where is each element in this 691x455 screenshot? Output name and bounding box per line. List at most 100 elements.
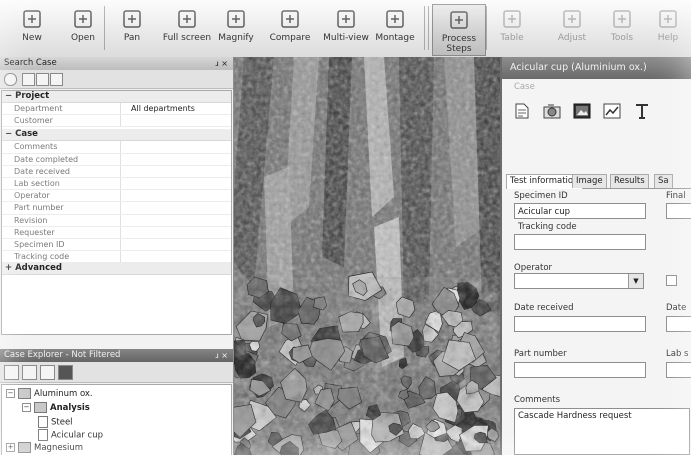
comments-field[interactable]: Cascade Hardness request	[514, 408, 690, 455]
camera-icon[interactable]	[58, 365, 73, 380]
multi-view-button[interactable]: Multi-view	[322, 4, 370, 54]
property-value[interactable]	[121, 251, 231, 262]
chart-icon[interactable]	[602, 101, 622, 121]
help-button[interactable]: Help	[650, 4, 686, 54]
property-value[interactable]: All departments	[121, 103, 231, 114]
document-icon[interactable]	[38, 429, 48, 441]
table-icon	[503, 10, 521, 28]
tree-node[interactable]: − Analysis	[22, 402, 90, 413]
grid-view-icon[interactable]	[22, 73, 35, 86]
filter-icon[interactable]	[4, 365, 19, 380]
property-value[interactable]	[121, 115, 231, 126]
property-value[interactable]	[121, 227, 231, 238]
property-name: Operator	[2, 190, 121, 202]
search-options-icon[interactable]	[4, 73, 17, 86]
property-value[interactable]	[121, 154, 231, 165]
operator-combo[interactable]: ▼	[514, 273, 644, 289]
adjust-button[interactable]: Adjust	[550, 4, 594, 54]
list-view-icon[interactable]	[36, 73, 49, 86]
chevron-down-icon[interactable]: ▼	[628, 274, 643, 288]
open-button[interactable]: Open	[62, 4, 104, 54]
tab-sa[interactable]: Sa	[654, 174, 673, 188]
property-value[interactable]	[121, 141, 231, 152]
tree-node[interactable]: Acicular cup	[38, 429, 103, 441]
new-document-icon	[23, 10, 41, 28]
property-name: Requester	[2, 226, 121, 238]
property-value[interactable]	[121, 239, 231, 250]
case-property-row[interactable]: Revision	[2, 214, 231, 227]
expand-all-icon[interactable]	[40, 365, 55, 380]
tools-icon	[613, 10, 631, 28]
text-tool-icon[interactable]	[632, 101, 652, 121]
panel-pin-close-icon[interactable]: ɹ ×	[215, 349, 228, 362]
properties-icon[interactable]	[512, 101, 532, 121]
specimen-id-label: Specimen ID	[514, 191, 568, 201]
toolbar-separator	[424, 6, 425, 50]
case-property-row[interactable]: Lab section	[2, 177, 231, 191]
camera-capture-icon[interactable]	[542, 101, 562, 121]
montage-button[interactable]: Montage	[370, 4, 420, 54]
property-name: Customer	[2, 115, 121, 127]
expand-collapse-icon[interactable]: +	[6, 443, 15, 452]
case-property-row[interactable]: Date completed	[2, 153, 231, 166]
case-property-row[interactable]: Part number	[2, 202, 231, 215]
property-value[interactable]	[121, 190, 231, 201]
project-property-row[interactable]: Customer	[2, 115, 231, 128]
micrograph-image[interactable]	[220, 57, 508, 455]
toolbar-button-label: Full screen	[162, 33, 212, 43]
tracking-code-field[interactable]	[514, 234, 646, 250]
case-property-row[interactable]: Specimen ID	[2, 238, 231, 252]
compare-icon	[281, 10, 299, 28]
pan-button[interactable]: Pan	[114, 4, 150, 54]
document-icon[interactable]	[38, 416, 48, 428]
property-name: Lab section	[2, 177, 121, 190]
project-property-row[interactable]: Department All departments	[2, 103, 231, 116]
case-property-row[interactable]: Requester	[2, 226, 231, 239]
clear-search-icon[interactable]	[50, 73, 63, 86]
property-value[interactable]	[121, 178, 231, 189]
dialog-title: Acicular cup (Aluminium ox.)	[510, 62, 647, 73]
case-property-row[interactable]: Date received	[2, 165, 231, 178]
property-value[interactable]	[121, 166, 231, 177]
folder-icon	[18, 442, 31, 453]
tree-node[interactable]: Steel	[38, 416, 73, 428]
date-received-field[interactable]	[514, 316, 646, 332]
date-field[interactable]	[666, 316, 691, 332]
case-property-row[interactable]: Tracking code	[2, 251, 231, 264]
tab-results[interactable]: Results	[610, 174, 649, 188]
case-section-header[interactable]: − Case	[2, 129, 231, 142]
specimen-id-field[interactable]: Acicular cup	[514, 203, 646, 219]
property-value[interactable]	[121, 202, 231, 213]
help-icon	[659, 10, 677, 28]
tools-button[interactable]: Tools	[602, 4, 642, 54]
full-screen-button[interactable]: Full screen	[162, 4, 212, 54]
toolbar-button-label: Montage	[375, 33, 415, 43]
project-section-header[interactable]: − Project	[2, 91, 231, 103]
tracking-code-label: Tracking code	[518, 222, 577, 232]
panel-pin-close-icon[interactable]: ɹ ×	[215, 57, 228, 70]
dialog-menu-case[interactable]: Case	[502, 79, 691, 95]
expand-collapse-icon[interactable]: −	[22, 403, 31, 412]
expand-collapse-icon[interactable]: −	[6, 389, 15, 398]
process-steps-button[interactable]: Process Steps	[432, 4, 486, 56]
case-property-row[interactable]: Operator	[2, 190, 231, 203]
table-button[interactable]: Table	[492, 4, 532, 54]
lab-section-field[interactable]	[666, 362, 691, 378]
tree-node[interactable]: − Aluminum ox.	[6, 388, 93, 399]
property-value[interactable]	[121, 215, 231, 226]
tree-node[interactable]: + Magnesium	[6, 442, 83, 453]
magnify-button[interactable]: Magnify	[214, 4, 258, 54]
checkbox[interactable]	[666, 275, 677, 286]
multi-view-icon	[337, 10, 355, 28]
advanced-section-header[interactable]: + Advanced	[2, 263, 231, 276]
image-icon[interactable]	[572, 101, 592, 121]
refresh-icon[interactable]	[22, 365, 37, 380]
part-number-field[interactable]	[514, 362, 646, 378]
case-property-row[interactable]: Comments	[2, 141, 231, 154]
final-field[interactable]	[666, 203, 691, 219]
compare-button[interactable]: Compare	[264, 4, 316, 54]
property-name: Specimen ID	[2, 238, 121, 251]
tab-image[interactable]: Image	[572, 174, 607, 188]
new-button[interactable]: New	[12, 4, 52, 54]
application-window: New Open Pan Full screen Magnify Compare Multi…	[0, 0, 691, 455]
